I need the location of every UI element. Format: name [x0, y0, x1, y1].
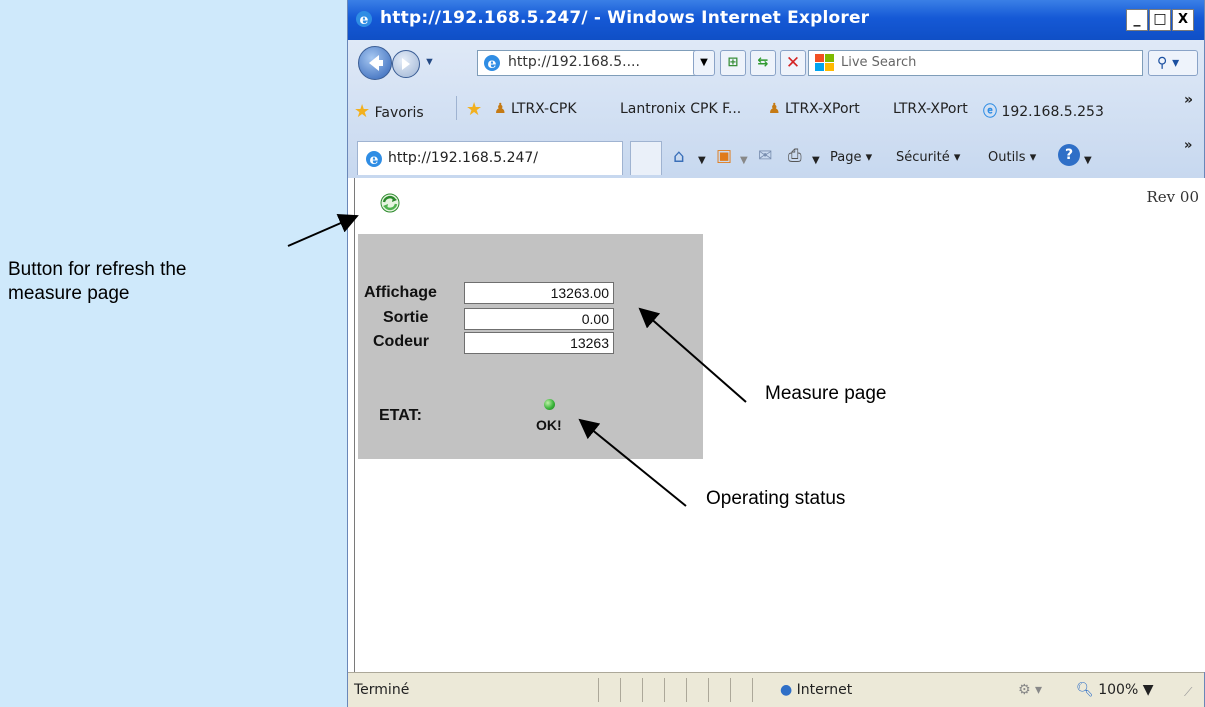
arrow-measure	[638, 307, 747, 403]
arrow-status	[578, 418, 687, 507]
annotation-arrows	[287, 214, 747, 507]
arrow-refresh	[287, 214, 359, 247]
